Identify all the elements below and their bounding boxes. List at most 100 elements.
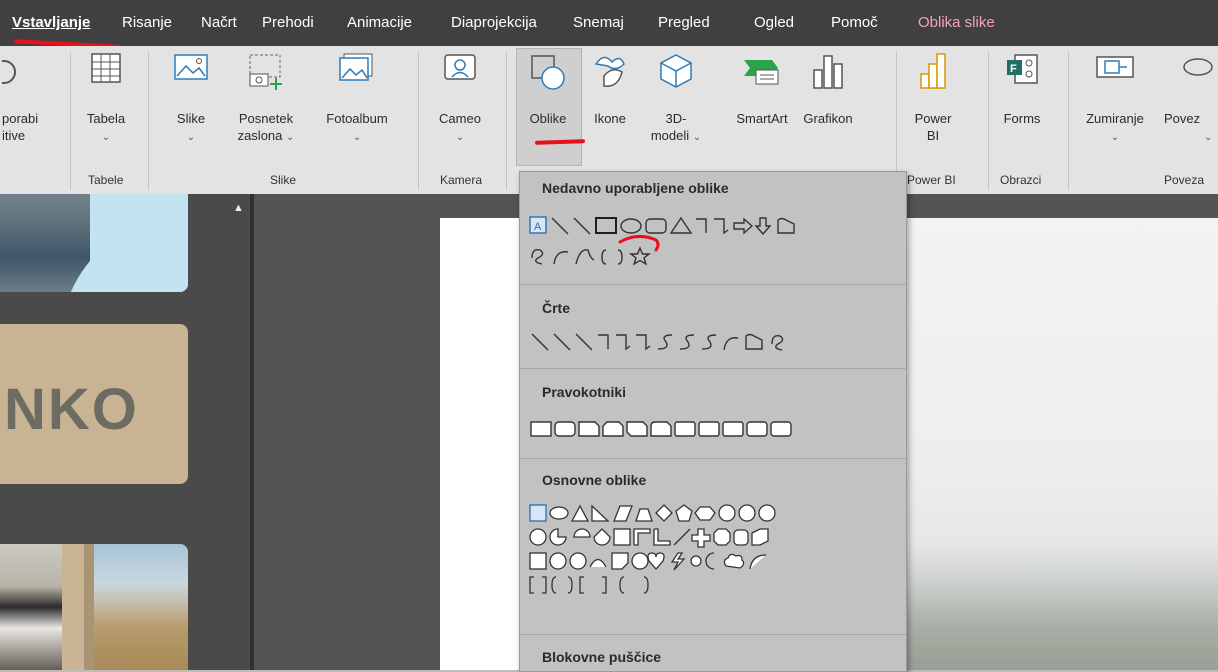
tab-animacije[interactable]: Animacije — [347, 14, 412, 31]
elbow-connector-shape[interactable] — [696, 218, 707, 233]
chevron-down-icon: ⌄ — [1204, 132, 1213, 143]
section-basic-shapes: Osnovne oblike — [542, 472, 647, 488]
chevron-down-icon: ⌄ — [692, 132, 702, 143]
section-lines: Črte — [542, 300, 571, 316]
fotoalbum-label: Fotoalbum — [326, 111, 388, 126]
uporabi-label: porabi — [2, 111, 39, 126]
group-label-tabele: Tabele — [88, 173, 124, 187]
forms-button[interactable]: F Forms — [994, 48, 1050, 168]
povezava-label: Povez — [1164, 111, 1201, 126]
tabela-label: Tabela — [86, 111, 126, 126]
grafikon-button[interactable]: Grafikon — [796, 48, 860, 168]
tab-diaprojekcija[interactable]: Diaprojekcija — [451, 14, 537, 31]
right-arrow-shape[interactable] — [733, 217, 754, 235]
tabela-button[interactable]: Tabela ⌄ — [78, 48, 134, 168]
chevron-down-icon: ⌄ — [101, 132, 111, 143]
chart-icon — [813, 55, 843, 89]
recent-shapes-row[interactable]: A — [528, 214, 898, 238]
slike-label: Slike — [176, 111, 206, 126]
table-icon — [91, 53, 121, 83]
smartart-label: SmartArt — [736, 111, 788, 126]
triangle-shape[interactable] — [669, 216, 693, 234]
fotoalbum-button[interactable]: Fotoalbum ⌄ — [314, 48, 400, 168]
cameo-icon — [444, 54, 476, 80]
group-label-power-bi: Power BI — [907, 173, 956, 187]
group-separator — [418, 52, 419, 190]
power-bi-button[interactable]: Power BI — [904, 48, 962, 168]
thumbnail-strip — [62, 544, 84, 670]
posnetek-zaslona-button[interactable]: Posnetek zaslona ⌄ — [230, 48, 302, 168]
powerbi-label: Power — [914, 111, 952, 126]
zoom-icon — [1096, 56, 1134, 78]
povezava-button[interactable]: Povez ⌄ — [1160, 48, 1218, 168]
slide-thumbnail-2[interactable]: NKO — [0, 324, 188, 484]
picture-icon — [174, 54, 208, 80]
rectangle-shape[interactable] — [595, 217, 617, 234]
tab-snemaj[interactable]: Snemaj — [573, 14, 624, 31]
powerbi-label-2: BI — [926, 128, 940, 143]
scroll-up-icon[interactable]: ▲ — [233, 202, 244, 214]
down-arrow-shape[interactable] — [754, 217, 772, 236]
group-separator — [988, 52, 989, 190]
thumbnail-photo-dog — [0, 544, 62, 670]
slide-thumbnails-pane: NKO — [0, 194, 228, 670]
chevron-down-icon: ⌄ — [286, 132, 295, 143]
link-icon — [1183, 58, 1213, 76]
tab-vstavljanje[interactable]: Vstavljanje — [12, 14, 90, 31]
ikone-button[interactable]: Ikone — [586, 48, 634, 168]
section-divider — [520, 368, 906, 369]
ikone-label: Ikone — [594, 111, 626, 126]
freeform-shape[interactable] — [777, 217, 795, 234]
chevron-down-icon: ⌄ — [352, 132, 362, 143]
rectangles-row[interactable] — [528, 418, 898, 440]
tab-ogled[interactable]: Ogled — [754, 14, 794, 31]
uporabi-button[interactable]: porabi itive — [0, 48, 60, 168]
section-divider — [520, 458, 906, 459]
cameo-button[interactable]: Cameo ⌄ — [430, 48, 490, 168]
group-label-slike: Slike — [270, 173, 297, 187]
section-block-arrows: Blokovne puščice — [542, 649, 662, 665]
tab-pomoc[interactable]: Pomoč — [831, 14, 878, 31]
section-rectangles: Pravokotniki — [542, 384, 627, 400]
modeli-label: 3D- — [665, 111, 687, 126]
arc-shape[interactable] — [553, 251, 569, 265]
curve-shape[interactable] — [575, 249, 595, 265]
slide-thumbnail-3[interactable] — [0, 544, 188, 670]
smartart-icon — [744, 60, 779, 85]
power-bi-icon — [920, 53, 946, 89]
elbow-arrow-shape[interactable] — [714, 218, 729, 235]
thumbnail-title: NKO — [4, 377, 139, 442]
forms-icon: F — [1007, 54, 1038, 84]
tab-prehodi[interactable]: Prehodi — [262, 14, 314, 31]
line-shape[interactable] — [551, 217, 569, 235]
basic-shapes-grid[interactable] — [528, 502, 898, 598]
slide-thumbnail-1[interactable] — [0, 194, 188, 292]
shapes-dropdown: Nedavno uporabljene oblike A Črte Pravok… — [519, 171, 907, 672]
oblike-label: Oblike — [529, 111, 567, 126]
slike-button[interactable]: Slike ⌄ — [166, 48, 216, 168]
smartart-button[interactable]: SmartArt — [730, 48, 794, 168]
uporabi-label-2: itive — [2, 128, 26, 143]
3d-modeli-button[interactable]: 3D-modeli ⌄ — [644, 48, 708, 168]
tab-risanje[interactable]: Risanje — [122, 14, 172, 31]
zumiranje-button[interactable]: Zumiranje ⌄ — [1074, 48, 1156, 168]
slide-photo-mountains[interactable] — [904, 218, 1218, 670]
tab-oblika-slike[interactable]: Oblika slike — [918, 14, 995, 31]
posnetek-label: Posnetek — [238, 111, 294, 126]
arrow-line-shape[interactable] — [573, 217, 591, 235]
chevron-down-icon: ⌄ — [186, 132, 196, 143]
section-recent-shapes: Nedavno uporabljene oblike — [542, 180, 729, 196]
oblike-button[interactable]: Oblike — [516, 48, 580, 168]
uporabi-icon — [2, 60, 16, 84]
thumbnail-scrollbar[interactable]: ▲ — [228, 194, 250, 670]
thumbnail-photo — [0, 194, 90, 292]
recent-shapes-row-2[interactable] — [528, 244, 898, 268]
posnetek-label-2: zaslona — [237, 128, 283, 143]
lines-row[interactable] — [528, 330, 898, 354]
group-label-povezave: Poveza — [1164, 173, 1205, 187]
tab-nacrt[interactable]: Načrt — [201, 14, 237, 31]
scribble-shape[interactable] — [531, 248, 544, 265]
grafikon-label: Grafikon — [803, 111, 853, 126]
group-separator — [896, 52, 897, 190]
tab-pregled[interactable]: Pregled — [658, 14, 710, 31]
